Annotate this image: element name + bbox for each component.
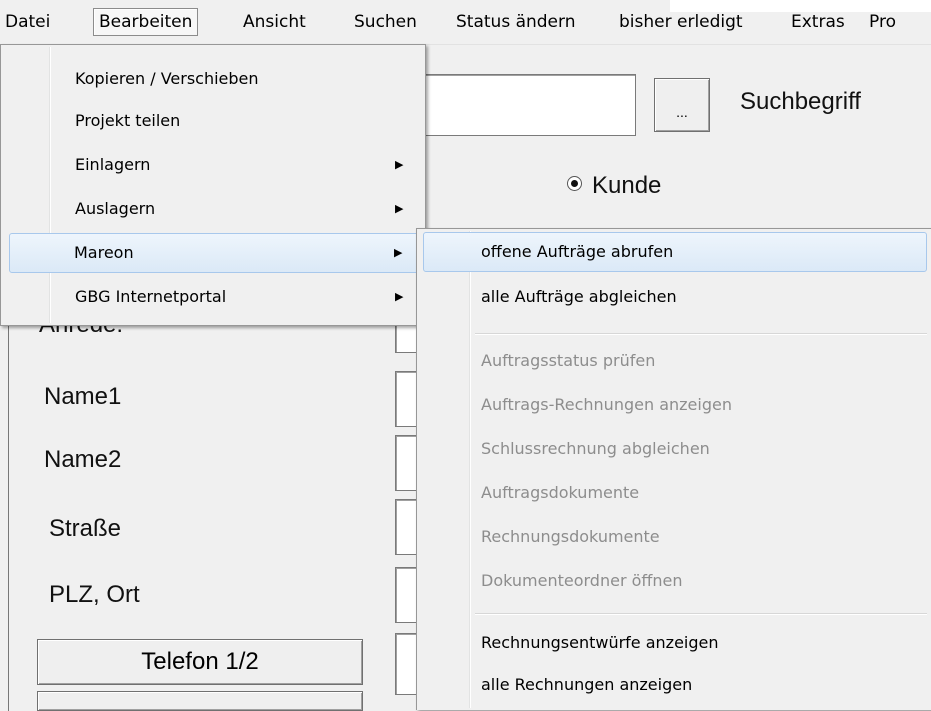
second-button[interactable]	[37, 691, 363, 711]
menu-pro[interactable]: Pro	[866, 8, 899, 36]
menu-item-gbg-internetportal[interactable]: GBG Internetportal ▶	[3, 277, 423, 317]
menu-suchen[interactable]: Suchen	[351, 8, 420, 36]
bearbeiten-menu: Kopieren / Verschieben Projekt teilen Ei…	[0, 44, 426, 326]
menu-item-label: Auslagern	[75, 199, 156, 218]
menu-bar: Datei Bearbeiten Ansicht Suchen Status ä…	[0, 0, 931, 45]
menu-item-kopieren-verschieben[interactable]: Kopieren / Verschieben	[3, 59, 423, 99]
submenu-arrow-icon: ▶	[395, 202, 404, 215]
menu-extras[interactable]: Extras	[788, 8, 848, 36]
menu-separator	[475, 333, 927, 335]
menu-item-rechnungsentwuerfe-anzeigen[interactable]: Rechnungsentwürfe anzeigen	[419, 623, 931, 663]
menu-item-mareon[interactable]: Mareon ▶	[9, 233, 419, 273]
radio-kunde-label[interactable]: Kunde	[592, 172, 661, 200]
menu-bearbeiten[interactable]: Bearbeiten	[93, 8, 199, 36]
menu-item-label: Einlagern	[75, 155, 151, 174]
menu-item-label: alle Aufträge abgleichen	[481, 287, 677, 306]
menu-item-label: offene Aufträge abrufen	[481, 242, 674, 261]
submenu-arrow-icon: ▶	[395, 158, 404, 171]
menu-item-label: Schlussrechnung abgleichen	[481, 439, 710, 458]
radio-kunde[interactable]	[567, 176, 582, 191]
menu-item-label: Dokumenteordner öffnen	[481, 571, 683, 590]
menu-item-label: Auftrags-Rechnungen anzeigen	[481, 395, 732, 414]
suchbegriff-label: Suchbegriff	[740, 88, 861, 115]
menu-item-label: Rechnungsentwürfe anzeigen	[481, 633, 719, 652]
menu-item-alle-auftraege-abgleichen[interactable]: alle Aufträge abgleichen	[419, 277, 931, 317]
menu-item-alle-rechnungen-anzeigen[interactable]: alle Rechnungen anzeigen	[419, 665, 931, 705]
mareon-submenu: offene Aufträge abrufen alle Aufträge ab…	[416, 228, 931, 710]
search-input[interactable]	[410, 74, 636, 136]
menu-item-schlussrechnung-abgleichen[interactable]: Schlussrechnung abgleichen	[419, 429, 931, 469]
menu-item-projekt-teilen[interactable]: Projekt teilen	[3, 101, 423, 141]
menu-separator	[475, 613, 927, 615]
menu-item-rechnungsdokumente[interactable]: Rechnungsdokumente	[419, 517, 931, 557]
telefon-button[interactable]: Telefon 1/2	[37, 639, 363, 685]
menu-item-offene-auftraege-abrufen[interactable]: offene Aufträge abrufen	[423, 232, 927, 272]
menu-item-auftragsdokumente[interactable]: Auftragsdokumente	[419, 473, 931, 513]
name2-label: Name2	[44, 446, 122, 473]
menu-item-label: alle Rechnungen anzeigen	[481, 675, 693, 694]
menu-item-auftrags-rechnungen-anzeigen[interactable]: Auftrags-Rechnungen anzeigen	[419, 385, 931, 425]
strasse-label: Straße	[49, 515, 122, 542]
menu-item-label: GBG Internetportal	[75, 287, 227, 306]
plz-ort-label: PLZ, Ort	[49, 581, 140, 608]
menu-item-label: Rechnungsdokumente	[481, 527, 660, 546]
menu-datei[interactable]: Datei	[2, 8, 53, 36]
menu-item-einlagern[interactable]: Einlagern ▶	[3, 145, 423, 185]
menu-item-auftragsstatus-pruefen[interactable]: Auftragsstatus prüfen	[419, 341, 931, 381]
menu-bisher-erledigt[interactable]: bisher erledigt	[616, 8, 746, 36]
submenu-arrow-icon: ▶	[395, 290, 404, 303]
menu-item-label: Kopieren / Verschieben	[75, 69, 259, 88]
menu-item-label: Auftragsstatus prüfen	[481, 351, 656, 370]
menu-item-label: Projekt teilen	[75, 111, 181, 130]
menu-status-aendern[interactable]: Status ändern	[453, 8, 578, 36]
submenu-arrow-icon: ▶	[394, 246, 403, 259]
menu-item-label: Mareon	[74, 243, 134, 262]
menu-item-label: Auftragsdokumente	[481, 483, 640, 502]
menu-item-dokumenteordner-oeffnen[interactable]: Dokumenteordner öffnen	[419, 561, 931, 601]
menu-ansicht[interactable]: Ansicht	[240, 8, 309, 36]
name1-label: Name1	[44, 383, 122, 410]
search-browse-button[interactable]: ...	[654, 78, 710, 132]
menu-item-auslagern[interactable]: Auslagern ▶	[3, 189, 423, 229]
address-panel: Anrede: Name1 Name2 Straße PLZ, Ort Tele…	[8, 320, 437, 711]
